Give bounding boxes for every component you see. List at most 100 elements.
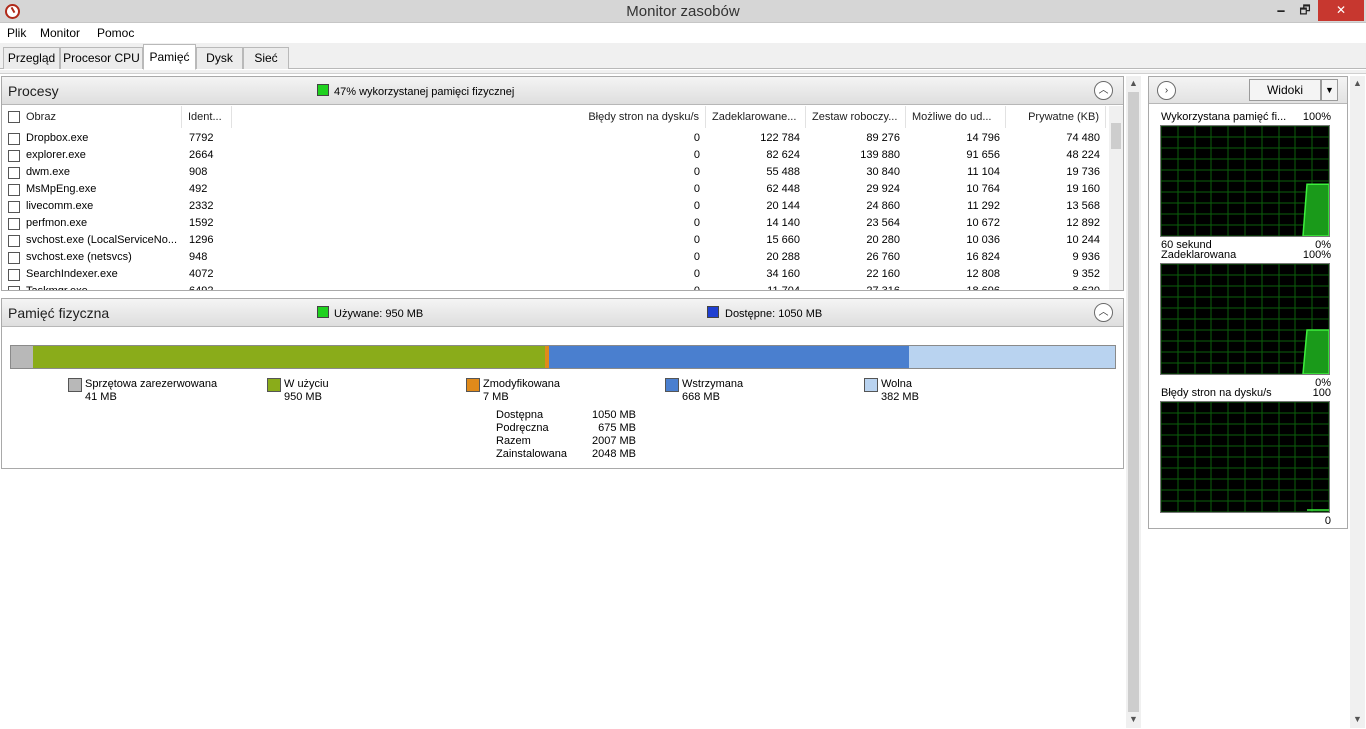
process-checkbox[interactable] — [8, 218, 20, 230]
column-shareable[interactable]: Możliwe do ud... — [906, 106, 1006, 128]
main-scrollbar[interactable]: ▲ ▼ — [1126, 76, 1141, 728]
column-commit[interactable]: Zadeklarowane... — [706, 106, 806, 128]
title-bar: Monitor zasobów 🗕 🗗 ✕ — [0, 0, 1366, 23]
table-row[interactable]: livecomm.exe 2332 0 20 144 24 860 11 292 13 56… — [2, 198, 1110, 215]
process-shareable: 18 696 — [908, 285, 1000, 290]
process-name: Dropbox.exe — [26, 132, 89, 144]
processes-header[interactable]: Procesy 47% wykorzystanej pamięci fizycz… — [2, 77, 1123, 105]
views-dropdown-icon[interactable]: ▼ — [1321, 79, 1338, 101]
stat-value: 2048 MB — [591, 448, 636, 460]
expand-sidebar-button[interactable]: › — [1157, 81, 1176, 100]
tab-cpu[interactable]: Procesor CPU — [60, 47, 143, 69]
table-row[interactable]: Dropbox.exe 7792 0 122 784 89 276 14 796 74 48… — [2, 130, 1110, 147]
column-private[interactable]: Prywatne (KB) — [1006, 106, 1106, 128]
process-name: SearchIndexer.exe — [26, 268, 118, 280]
process-working-set: 23 564 — [866, 217, 900, 229]
graph-title: Zadeklarowana — [1161, 249, 1237, 261]
sidebar-scrollbar[interactable]: ▲ ▼ — [1350, 76, 1365, 728]
process-pid: 2664 — [189, 149, 214, 161]
process-name: svchost.exe (LocalServiceNo... — [26, 234, 178, 246]
table-row[interactable]: MsMpEng.exe 492 0 62 448 29 924 10 764 19 160 — [2, 181, 1110, 198]
tab-strip: Przegląd Procesor CPU Pamięć Dysk Sieć — [0, 43, 1366, 70]
close-button[interactable]: ✕ — [1318, 0, 1364, 21]
process-checkbox[interactable] — [8, 184, 20, 196]
stat-label: Zainstalowana — [496, 448, 567, 460]
restore-button[interactable]: 🗗 — [1294, 0, 1316, 21]
process-working-set: 89 276 — [866, 132, 900, 144]
tab-network[interactable]: Sieć — [243, 47, 289, 69]
legend-label: Wstrzymana — [682, 378, 744, 390]
process-checkbox[interactable] — [8, 150, 20, 162]
sidebar-scroll-down-icon[interactable]: ▼ — [1353, 714, 1362, 724]
physical-memory-title: Pamięć fizyczna — [8, 305, 110, 321]
process-checkbox[interactable] — [8, 235, 20, 247]
table-row[interactable]: Taskmgr.exe 64920 11 704 27 316 18 696 8 620 — [2, 283, 1110, 290]
process-working-set: 22 160 — [866, 268, 900, 280]
table-row[interactable]: SearchIndexer.exe 4072 0 34 160 22 160 12 808… — [2, 266, 1110, 283]
column-image[interactable]: Obraz — [20, 106, 182, 128]
legend-value: 382 MB — [881, 391, 919, 403]
process-commit: 82 624 — [766, 149, 800, 161]
process-working-set: 24 860 — [866, 200, 900, 212]
processes-scrollbar-thumb[interactable] — [1111, 123, 1121, 149]
process-hard-faults: 0 — [693, 166, 700, 178]
collapse-processes-button[interactable]: ︿ — [1094, 81, 1113, 100]
table-row[interactable]: perfmon.exe 1592 0 14 140 23 564 10 672 12 892 — [2, 215, 1110, 232]
graph-max-label: 100% — [1302, 111, 1331, 123]
stat-label: Podręczna — [496, 422, 549, 434]
process-name: dwm.exe — [26, 166, 71, 178]
used-memory-label: Używane: 950 MB — [334, 308, 424, 320]
process-shareable: 10 036 — [966, 234, 1000, 246]
scroll-down-arrow-icon[interactable]: ▼ — [1129, 714, 1138, 724]
process-checkbox[interactable] — [8, 201, 20, 213]
process-working-set: 27 316 — [808, 285, 900, 290]
process-private: 12 892 — [1066, 217, 1100, 229]
process-checkbox[interactable] — [8, 286, 20, 290]
table-row[interactable]: dwm.exe 908 0 55 488 30 840 11 104 19 736 — [2, 164, 1110, 181]
minimize-button[interactable]: 🗕 — [1270, 0, 1292, 21]
select-all-checkbox[interactable] — [8, 111, 20, 123]
processes-title: Procesy — [8, 83, 59, 99]
stat-value: 1050 MB — [591, 409, 636, 421]
memory-stat-row: Dostępna 1050 MB — [496, 409, 636, 422]
process-checkbox[interactable] — [8, 167, 20, 179]
process-checkbox[interactable] — [8, 269, 20, 281]
tab-overview[interactable]: Przegląd — [3, 47, 60, 69]
menu-help[interactable]: Pomoc — [97, 26, 134, 40]
process-pid: 2332 — [189, 200, 214, 212]
table-row[interactable]: explorer.exe 2664 0 82 624 139 880 91 656 48 2… — [2, 147, 1110, 164]
stat-label: Razem — [496, 435, 531, 447]
available-legend-square — [707, 306, 719, 318]
stat-label: Dostępna — [496, 409, 544, 421]
process-shareable: 10 764 — [966, 183, 1000, 195]
process-working-set: 29 924 — [866, 183, 900, 195]
process-hard-faults: 0 — [693, 268, 700, 280]
menu-file[interactable]: Plik — [7, 26, 26, 40]
legend-color-square — [665, 378, 679, 392]
scroll-up-arrow-icon[interactable]: ▲ — [1129, 78, 1138, 88]
column-pid[interactable]: Ident... — [182, 106, 232, 128]
legend-color-square — [68, 378, 82, 392]
process-commit: 34 160 — [766, 268, 800, 280]
physical-memory-header[interactable]: Pamięć fizyczna Używane: 950 MB Dostępne… — [2, 299, 1123, 327]
collapse-physical-memory-button[interactable]: ︿ — [1094, 303, 1113, 322]
views-button[interactable]: Widoki — [1249, 79, 1321, 101]
tab-memory[interactable]: Pamięć — [143, 44, 196, 70]
table-row[interactable]: svchost.exe (netsvcs) 948 0 20 288 26 760 16 … — [2, 249, 1110, 266]
process-shareable: 16 824 — [966, 251, 1000, 263]
process-checkbox[interactable] — [8, 252, 20, 264]
process-checkbox[interactable] — [8, 133, 20, 145]
sidebar-scroll-up-icon[interactable]: ▲ — [1353, 78, 1362, 88]
menu-monitor[interactable]: Monitor — [40, 26, 80, 40]
processes-scrollbar[interactable] — [1109, 106, 1123, 290]
column-working-set[interactable]: Zestaw roboczy... — [806, 106, 906, 128]
column-hard-faults[interactable]: Błędy stron na dysku/s — [232, 106, 706, 128]
process-commit: 55 488 — [766, 166, 800, 178]
table-row[interactable]: svchost.exe (LocalServiceNo... 1296 0 15 66… — [2, 232, 1110, 249]
legend-value: 41 MB — [85, 391, 117, 403]
memory-used-legend-square — [317, 84, 329, 96]
process-pid: 492 — [189, 183, 208, 195]
main-scrollbar-thumb[interactable] — [1128, 92, 1139, 712]
tab-disk[interactable]: Dysk — [196, 47, 243, 69]
graph-max-label: 100 — [1312, 387, 1331, 399]
